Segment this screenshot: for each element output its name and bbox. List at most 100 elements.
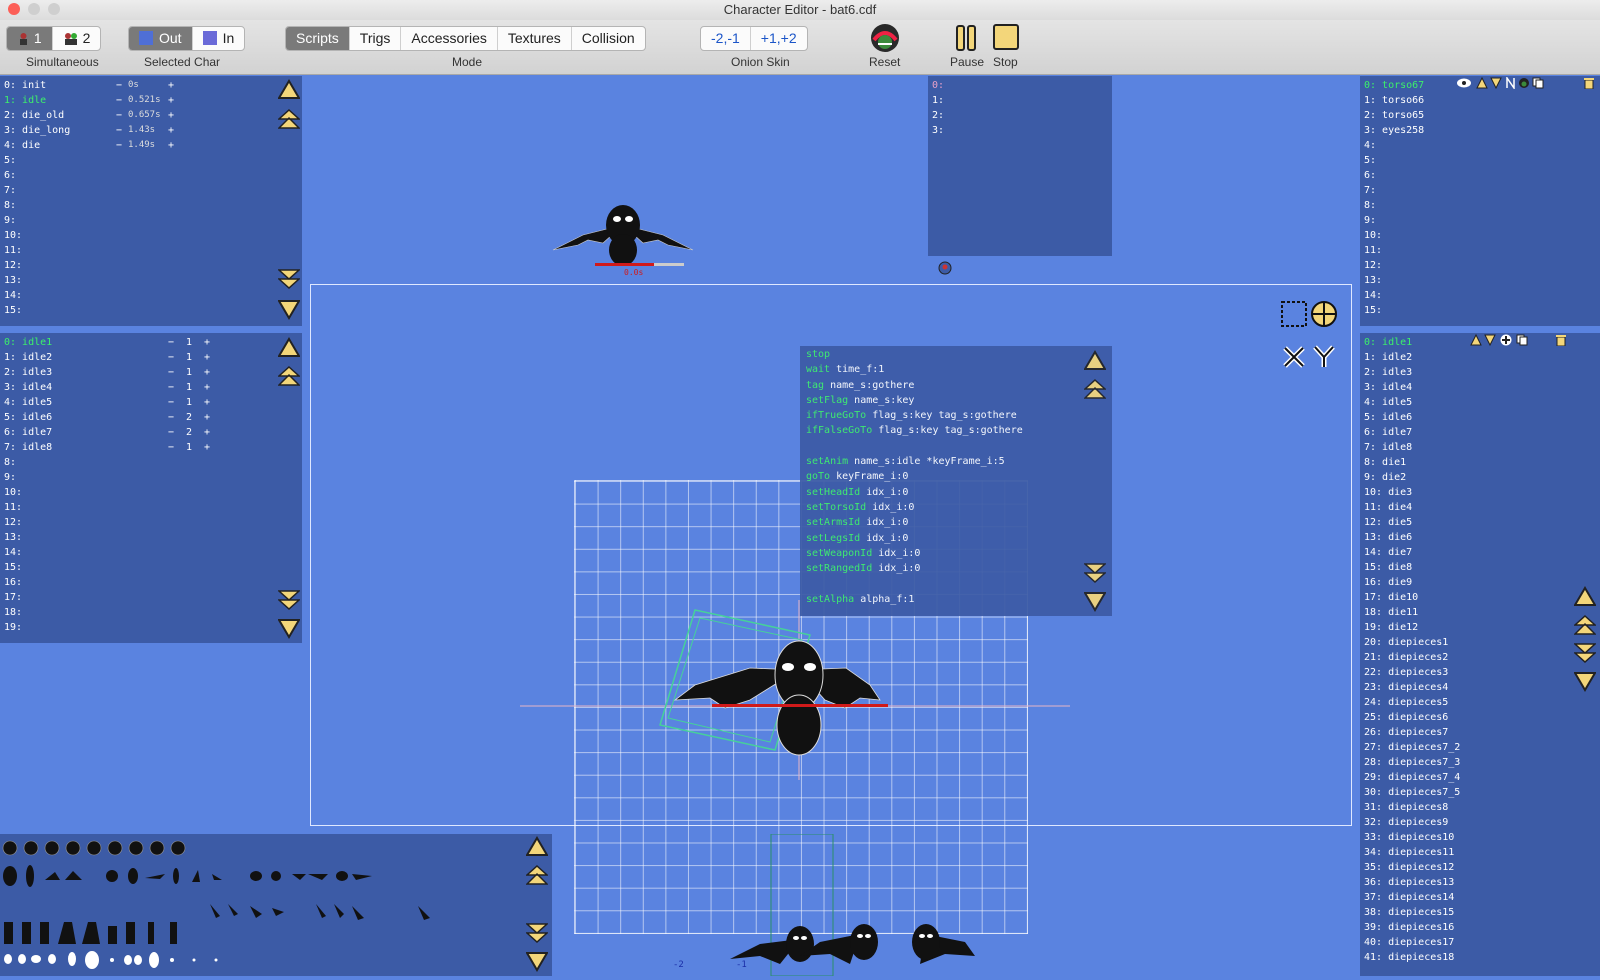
part-row[interactable]: 15:: [1364, 303, 1424, 318]
tab-scripts[interactable]: Scripts: [286, 27, 350, 50]
move-down-icon[interactable]: [278, 298, 300, 320]
texture-row[interactable]: 33: diepieces10: [1364, 830, 1460, 845]
texture-row[interactable]: 1: idle2: [1364, 350, 1460, 365]
script-line[interactable]: setTorsoId idx_i:0: [800, 500, 1112, 515]
script-line[interactable]: setAlpha alpha_f:1: [800, 592, 1112, 607]
texture-row[interactable]: 23: diepieces4: [1364, 680, 1460, 695]
selected-char-in-button[interactable]: In: [193, 27, 245, 50]
texture-row[interactable]: 2: idle3: [1364, 365, 1460, 380]
increase-time-button[interactable]: +: [168, 123, 174, 138]
keyframe-row[interactable]: 3: idle4 − 1 +: [4, 380, 210, 395]
increase-time-button[interactable]: +: [168, 138, 174, 153]
eye-icon[interactable]: [1456, 77, 1472, 89]
part-row[interactable]: 7:: [1364, 183, 1424, 198]
part-row[interactable]: 6:: [1364, 168, 1424, 183]
keyframe-row[interactable]: 4: idle5 − 1 +: [4, 395, 210, 410]
tab-collision[interactable]: Collision: [572, 27, 645, 50]
animation-row[interactable]: 10:: [4, 228, 70, 243]
animation-row[interactable]: 9:: [4, 213, 70, 228]
keyframe-row[interactable]: 11:: [4, 500, 52, 515]
texture-row[interactable]: 22: diepieces3: [1364, 665, 1460, 680]
increase-frame-button[interactable]: +: [204, 425, 210, 440]
keyframe-row[interactable]: 7: idle8 − 1 +: [4, 440, 210, 455]
script-line[interactable]: [800, 439, 1112, 454]
tab-trigs[interactable]: Trigs: [350, 27, 402, 50]
sprites-down-icon[interactable]: [526, 950, 548, 972]
animation-row[interactable]: 3: die_long −1.43s +: [4, 123, 174, 138]
reset-icon[interactable]: [868, 22, 902, 54]
part-row[interactable]: 4:: [1364, 138, 1424, 153]
texture-row[interactable]: 19: die12: [1364, 620, 1460, 635]
texture-row[interactable]: 0: idle1: [1364, 335, 1460, 350]
script-line[interactable]: ifTrueGoTo flag_s:key tag_s:gothere: [800, 408, 1112, 423]
simultaneous-2-button[interactable]: 2: [53, 27, 101, 50]
keyframe-row[interactable]: 16:: [4, 575, 52, 590]
increase-frame-button[interactable]: +: [204, 395, 210, 410]
texture-row[interactable]: 3: idle4: [1364, 380, 1460, 395]
decrease-frame-button[interactable]: −: [168, 425, 174, 440]
up-icon[interactable]: [1470, 334, 1482, 346]
texture-row[interactable]: 31: diepieces8: [1364, 800, 1460, 815]
select-rect-icon[interactable]: [1280, 300, 1308, 328]
move-top-icon[interactable]: [278, 108, 300, 130]
scroll-top-icon[interactable]: [1574, 614, 1596, 636]
trig-row[interactable]: 3:: [932, 123, 944, 138]
move-bottom-icon[interactable]: [278, 268, 300, 290]
selected-char-out-button[interactable]: Out: [129, 27, 193, 50]
sprite-thumbnails[interactable]: [0, 834, 520, 976]
crosshair-icon[interactable]: [1310, 300, 1338, 328]
zoom-window-button[interactable]: [48, 3, 60, 15]
part-row[interactable]: 10:: [1364, 228, 1424, 243]
flip-x-icon[interactable]: [1282, 345, 1306, 369]
script-line[interactable]: ifFalseGoTo flag_s:key tag_s:gothere: [800, 423, 1112, 438]
part-row[interactable]: 8:: [1364, 198, 1424, 213]
move-down-icon[interactable]: [278, 617, 300, 639]
part-row[interactable]: 11:: [1364, 243, 1424, 258]
scroll-down-icon[interactable]: [1574, 670, 1596, 692]
keyframe-row[interactable]: 14:: [4, 545, 52, 560]
keyframe-row[interactable]: 9:: [4, 470, 52, 485]
script-bottom-icon[interactable]: [1084, 562, 1106, 584]
animation-row[interactable]: 1: idle −0.521s +: [4, 93, 174, 108]
move-up-icon[interactable]: [278, 337, 300, 359]
texture-row[interactable]: 5: idle6: [1364, 410, 1460, 425]
increase-frame-button[interactable]: +: [204, 365, 210, 380]
animation-row[interactable]: 8:: [4, 198, 70, 213]
animation-row[interactable]: 14:: [4, 288, 70, 303]
keyframe-row[interactable]: 6: idle7 − 2 +: [4, 425, 210, 440]
animation-row[interactable]: 4: die −1.49s +: [4, 138, 174, 153]
keyframe-row[interactable]: 10:: [4, 485, 52, 500]
texture-row[interactable]: 38: diepieces15: [1364, 905, 1460, 920]
increase-time-button[interactable]: +: [168, 78, 174, 93]
trig-row[interactable]: 0:: [932, 78, 944, 93]
texture-row[interactable]: 36: diepieces13: [1364, 875, 1460, 890]
keyframe-row[interactable]: 8:: [4, 455, 52, 470]
trig-row[interactable]: 2:: [932, 108, 944, 123]
part-row[interactable]: 9:: [1364, 213, 1424, 228]
decrease-time-button[interactable]: −: [116, 78, 122, 93]
decrease-time-button[interactable]: −: [116, 138, 122, 153]
sprites-bottom-icon[interactable]: [526, 922, 548, 944]
keyframe-row[interactable]: 0: idle1 − 1 +: [4, 335, 210, 350]
script-line[interactable]: setHeadId idx_i:0: [800, 485, 1112, 500]
texture-row[interactable]: 10: die3: [1364, 485, 1460, 500]
part-row[interactable]: 12:: [1364, 258, 1424, 273]
scroll-bottom-icon[interactable]: [1574, 642, 1596, 664]
texture-row[interactable]: 17: die10: [1364, 590, 1460, 605]
increase-time-button[interactable]: +: [168, 108, 174, 123]
script-line[interactable]: tag name_s:gothere: [800, 378, 1112, 393]
texture-row[interactable]: 24: diepieces5: [1364, 695, 1460, 710]
texture-row[interactable]: 16: die9: [1364, 575, 1460, 590]
tab-accessories[interactable]: Accessories: [401, 27, 498, 50]
increase-frame-button[interactable]: +: [204, 410, 210, 425]
animation-row[interactable]: 0: init −0s +: [4, 78, 174, 93]
scroll-up-icon[interactable]: [1574, 586, 1596, 608]
animation-row[interactable]: 5:: [4, 153, 70, 168]
increase-time-button[interactable]: +: [168, 93, 174, 108]
increase-frame-button[interactable]: +: [204, 335, 210, 350]
stop-icon[interactable]: [989, 22, 1023, 54]
animation-row[interactable]: 12:: [4, 258, 70, 273]
texture-row[interactable]: 8: die1: [1364, 455, 1460, 470]
texture-row[interactable]: 13: die6: [1364, 530, 1460, 545]
part-row[interactable]: 13:: [1364, 273, 1424, 288]
